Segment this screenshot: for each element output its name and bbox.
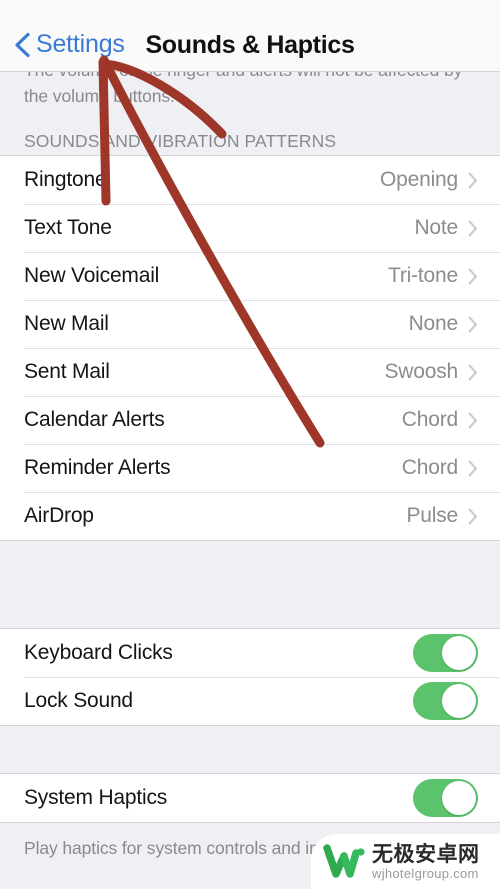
toggle-knob bbox=[442, 636, 476, 670]
keyboard-clicks-toggle[interactable] bbox=[413, 634, 478, 672]
row-label: Text Tone bbox=[24, 216, 112, 239]
row-new-mail[interactable]: New Mail None bbox=[0, 300, 500, 348]
toggle-knob bbox=[442, 781, 476, 815]
row-label: AirDrop bbox=[24, 504, 94, 527]
row-ringtone[interactable]: Ringtone Opening bbox=[0, 156, 500, 204]
page-title: Sounds & Haptics bbox=[145, 31, 355, 59]
row-value: Swoosh bbox=[384, 360, 458, 383]
settings-scroll-content[interactable]: The volume of the ringer and alerts will… bbox=[0, 0, 500, 889]
row-airdrop[interactable]: AirDrop Pulse bbox=[0, 492, 500, 540]
row-label: New Mail bbox=[24, 312, 109, 335]
iphone-settings-screen: The volume of the ringer and alerts will… bbox=[0, 0, 500, 889]
chevron-right-icon bbox=[468, 172, 477, 188]
row-new-voicemail[interactable]: New Voicemail Tri-tone bbox=[0, 252, 500, 300]
row-value: Note bbox=[414, 216, 458, 239]
row-label: Keyboard Clicks bbox=[24, 641, 173, 664]
system-haptics-toggle[interactable] bbox=[413, 779, 478, 817]
row-value: Opening bbox=[380, 168, 458, 191]
sound-toggles-group: Keyboard Clicks Lock Sound bbox=[0, 628, 500, 726]
row-value: Pulse bbox=[406, 504, 458, 527]
row-label: System Haptics bbox=[24, 786, 168, 809]
row-lock-sound[interactable]: Lock Sound bbox=[0, 677, 500, 725]
row-system-haptics[interactable]: System Haptics bbox=[0, 774, 500, 822]
sounds-section-header: SOUNDS AND VIBRATION PATTERNS bbox=[24, 131, 337, 151]
row-text-tone[interactable]: Text Tone Note bbox=[0, 204, 500, 252]
watermark-url: wjhotelgroup.com bbox=[372, 865, 479, 881]
watermark-text: 无极安卓网 wjhotelgroup.com bbox=[372, 843, 480, 881]
site-watermark: 无极安卓网 wjhotelgroup.com bbox=[311, 834, 500, 889]
row-value: Chord bbox=[401, 456, 458, 479]
row-calendar-alerts[interactable]: Calendar Alerts Chord bbox=[0, 396, 500, 444]
row-value: None bbox=[408, 312, 459, 335]
chevron-right-icon bbox=[468, 508, 477, 524]
chevron-right-icon bbox=[468, 412, 477, 428]
toggle-knob bbox=[442, 684, 476, 718]
lock-sound-toggle[interactable] bbox=[413, 682, 478, 720]
row-label: Reminder Alerts bbox=[24, 456, 171, 479]
chevron-right-icon bbox=[468, 460, 477, 476]
chevron-right-icon bbox=[468, 268, 477, 284]
chevron-right-icon bbox=[468, 220, 477, 236]
row-label: Sent Mail bbox=[24, 360, 110, 383]
row-sent-mail[interactable]: Sent Mail Swoosh bbox=[0, 348, 500, 396]
row-label: Ringtone bbox=[24, 168, 107, 191]
row-label: New Voicemail bbox=[24, 264, 160, 287]
chevron-right-icon bbox=[468, 364, 477, 380]
chevron-right-icon bbox=[468, 316, 477, 332]
navigation-bar: Settings Sounds & Haptics bbox=[0, 0, 500, 72]
haptics-group: System Haptics bbox=[0, 773, 500, 823]
sounds-list-group: Ringtone Opening Text Tone Note New Voic… bbox=[0, 155, 500, 541]
row-value: Tri-tone bbox=[388, 264, 458, 287]
row-value: Chord bbox=[401, 408, 458, 431]
row-keyboard-clicks[interactable]: Keyboard Clicks bbox=[0, 629, 500, 677]
w-logo-icon bbox=[323, 843, 365, 878]
row-label: Calendar Alerts bbox=[24, 408, 165, 431]
watermark-site-name: 无极安卓网 bbox=[372, 842, 480, 866]
row-reminder-alerts[interactable]: Reminder Alerts Chord bbox=[0, 444, 500, 492]
row-label: Lock Sound bbox=[24, 689, 133, 712]
